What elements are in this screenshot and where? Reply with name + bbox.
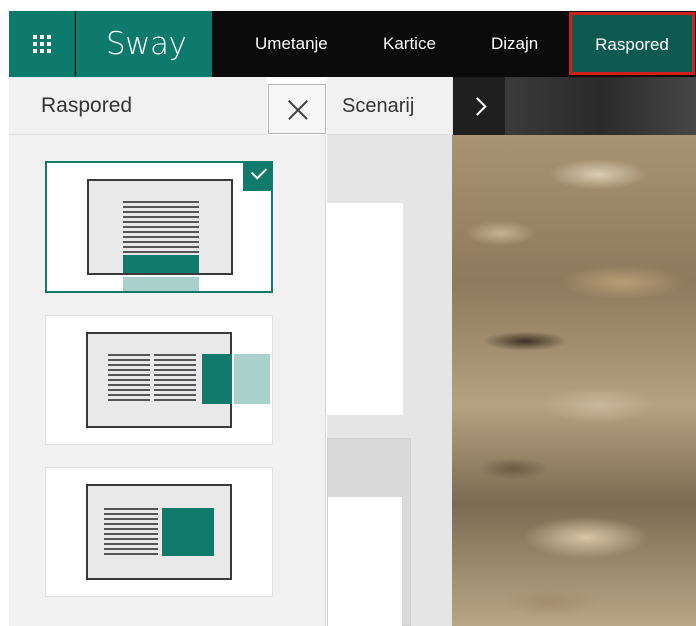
tab-insert[interactable]: Umetanje xyxy=(255,11,328,77)
chevron-right-icon[interactable] xyxy=(453,77,505,135)
text-lines xyxy=(123,201,199,253)
top-bar: Sway Umetanje Kartice Dizajn Raspored xyxy=(9,11,696,77)
content-block xyxy=(123,255,199,273)
layout-option-slides[interactable] xyxy=(45,467,273,597)
text-lines xyxy=(108,354,150,404)
story-card[interactable] xyxy=(327,203,403,415)
storyline-area xyxy=(327,135,452,626)
content-block xyxy=(202,354,232,404)
tab-cards[interactable]: Kartice xyxy=(383,11,436,77)
layout-option-vertical[interactable] xyxy=(45,161,273,293)
checkmark-icon xyxy=(243,161,273,191)
app-launcher-button[interactable] xyxy=(9,11,75,77)
overflow-indicator xyxy=(234,354,270,404)
pane-title-area: Raspored xyxy=(9,77,267,135)
tab-layout[interactable]: Raspored xyxy=(569,12,695,75)
layout-option-horizontal[interactable] xyxy=(45,315,273,445)
content-block xyxy=(162,508,214,556)
preview-photo-top xyxy=(505,77,696,135)
waffle-icon xyxy=(33,35,51,53)
storyline-tab[interactable]: Scenarij xyxy=(327,77,453,135)
preview-photo xyxy=(452,135,696,626)
story-card-body xyxy=(328,497,402,626)
tab-design[interactable]: Dizajn xyxy=(491,11,538,77)
layout-pane xyxy=(9,135,326,626)
text-lines xyxy=(104,508,158,556)
layout-thumbnail xyxy=(87,179,233,275)
storyline-label: Scenarij xyxy=(342,95,415,117)
layout-thumbnail xyxy=(86,484,232,580)
app-name[interactable]: Sway xyxy=(76,11,212,77)
pane-header: Raspored Scenarij xyxy=(9,77,696,135)
text-lines xyxy=(154,354,196,404)
pane-title: Raspored xyxy=(41,94,133,117)
overflow-indicator xyxy=(123,277,199,291)
close-icon[interactable] xyxy=(268,84,326,134)
layout-thumbnail xyxy=(86,332,232,428)
story-card[interactable] xyxy=(327,438,411,626)
